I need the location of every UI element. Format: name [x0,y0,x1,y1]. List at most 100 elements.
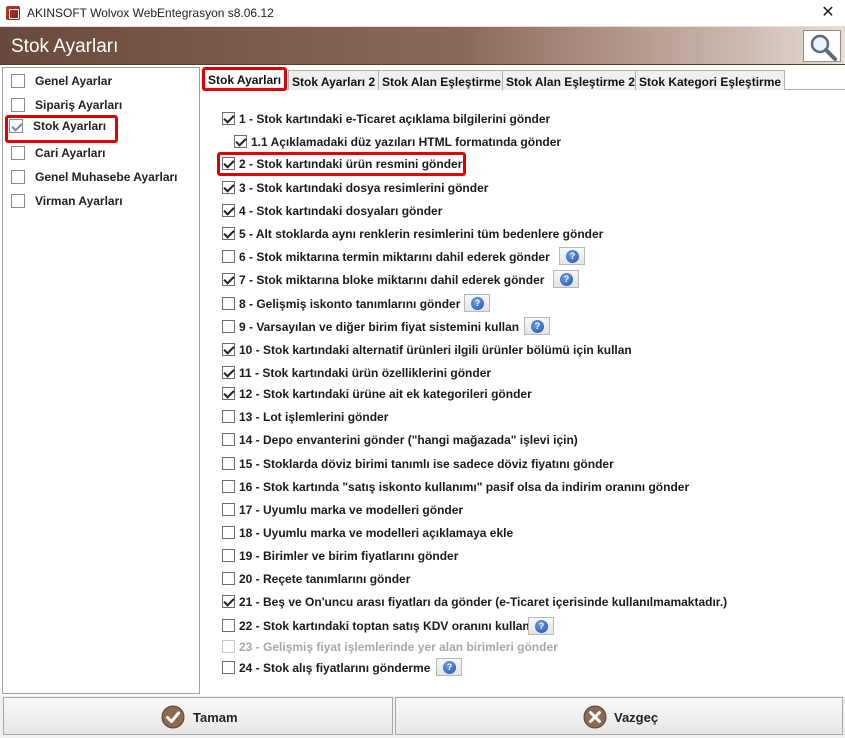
help-icon: ? [531,320,544,333]
checkbox[interactable] [222,157,235,170]
tab-stok-alan-eslestirme-2[interactable]: Stok Alan Eşleştirme 2 [502,70,639,90]
sidebar-item-label: Sipariş Ayarları [35,98,123,112]
search-button[interactable] [803,30,841,62]
option-label: 11 - Stok kartındaki ürün özelliklerini … [239,366,492,380]
help-button[interactable]: ? [528,617,554,635]
option-label: 20 - Reçete tanımlarını gönder [239,572,411,586]
checkbox[interactable] [222,227,235,240]
help-icon: ? [471,297,484,310]
option-label: 8 - Gelişmiş iskonto tanımlarını gönder [239,297,461,311]
checkbox[interactable] [222,387,235,400]
option-label: 10 - Stok kartındaki alternatif ürünleri… [239,343,632,357]
page-title: Stok Ayarları [11,36,119,57]
tab-stok-ayarlari-2[interactable]: Stok Ayarları 2 [288,70,380,90]
help-icon: ? [566,250,579,263]
app-icon [6,6,20,20]
cancel-icon [583,705,607,729]
option-label: 23 - Gelişmiş fiyat işlemlerinde yer ala… [239,640,558,654]
tab-stok-alan-eslestirme[interactable]: Stok Alan Eşleştirme [378,70,505,90]
option-label: 17 - Uyumlu marka ve modelleri gönder [239,503,464,517]
help-button[interactable]: ? [524,317,550,335]
help-button[interactable]: ? [436,658,462,676]
checkbox[interactable] [222,204,235,217]
checkbox[interactable] [222,572,235,585]
sidebar-item-label: Cari Ayarları [35,146,106,160]
tab-stok-ayarlari[interactable]: Stok Ayarları [202,67,288,91]
window-title: AKINSOFT Wolvox WebEntegrasyon s8.06.12 [27,6,274,20]
checkbox[interactable] [222,112,235,125]
help-icon: ? [535,620,548,633]
help-icon: ? [443,661,456,674]
sidebar-item-label: Virman Ayarları [35,194,123,208]
checkbox[interactable] [11,194,25,208]
help-icon: ? [560,273,573,286]
option-label: 1.1 Açıklamadaki düz yazıları HTML forma… [251,135,562,149]
check-icon [161,705,185,729]
checkbox[interactable] [222,343,235,356]
help-button[interactable]: ? [559,247,585,265]
option-2[interactable]: 2 - Stok kartındaki ürün resmini gönder [217,152,466,176]
checkbox[interactable] [222,457,235,470]
cancel-button[interactable]: Vazgeç [395,697,843,735]
option-label: 21 - Beş ve On'uncu arası fiyatları da g… [239,595,728,609]
option-label: 16 - Stok kartında "satış iskonto kullan… [239,480,690,494]
option-label: 2 - Stok kartındaki ürün resmini gönder [239,157,463,171]
page-header: Stok Ayarları [0,27,845,65]
option-label: 18 - Uyumlu marka ve modelleri açıklamay… [239,526,514,540]
sidebar-item-label: Genel Ayarlar [35,74,113,88]
option-label: 13 - Lot işlemlerini gönder [239,410,389,424]
checkbox[interactable] [222,619,235,632]
sidebar-item-label: Stok Ayarları [33,119,107,133]
checkbox[interactable] [222,503,235,516]
sidebar-item-cari-ayarlari[interactable]: Cari Ayarları [7,142,195,164]
checkbox [222,640,235,653]
help-button[interactable]: ? [553,270,579,288]
option-label: 19 - Birimler ve birim fiyatlarını gönde… [239,549,459,563]
sidebar-item-stok-ayarlari[interactable]: Stok Ayarları [5,115,118,143]
checkbox[interactable] [222,526,235,539]
checkbox[interactable] [9,119,23,133]
option-label: 6 - Stok miktarına termin miktarını dahi… [239,250,550,264]
option-label: 15 - Stoklarda döviz birimi tanımlı ise … [239,457,614,471]
tab-stok-kategori-eslestirme[interactable]: Stok Kategori Eşleştirme [635,70,786,90]
checkbox[interactable] [222,480,235,493]
option-label: 24 - Stok alış fiyatlarını gönderme [239,661,431,675]
checkbox[interactable] [11,146,25,160]
option-label: 9 - Varsayılan ve diğer birim fiyat sist… [239,320,520,334]
option-label: 3 - Stok kartındaki dosya resimlerini gö… [239,181,489,195]
ok-button-label: Tamam [193,710,238,725]
settings-sidebar: Genel Ayarlar Sipariş Ayarları Stok Ayar… [2,67,200,694]
checkbox[interactable] [222,320,235,333]
checkbox[interactable] [222,250,235,263]
cancel-button-label: Vazgeç [614,710,659,725]
checkbox[interactable] [222,661,235,674]
sidebar-item-genel-muhasebe-ayarlari[interactable]: Genel Muhasebe Ayarları [7,166,195,188]
checkbox[interactable] [11,170,25,184]
checkbox[interactable] [222,366,235,379]
help-button[interactable]: ? [464,294,490,312]
option-label: 1 - Stok kartındaki e-Ticaret açıklama b… [239,112,551,126]
checkbox[interactable] [222,549,235,562]
option-label: 14 - Depo envanterini gönder ("hangi mağ… [239,433,578,447]
checkbox[interactable] [222,433,235,446]
tab-container: Stok Ayarları 2 Stok Alan Eşleştirme Sto… [202,67,845,694]
option-label: 12 - Stok kartındaki ürüne ait ek katego… [239,387,532,401]
sidebar-item-virman-ayarlari[interactable]: Virman Ayarları [7,190,195,212]
checkbox[interactable] [234,135,247,148]
magnifier-icon [810,34,837,61]
sidebar-item-genel-ayarlar[interactable]: Genel Ayarlar [7,70,195,92]
option-label: 4 - Stok kartındaki dosyaları gönder [239,204,443,218]
button-bar: Tamam Vazgeç [0,696,845,738]
ok-button[interactable]: Tamam [3,697,393,735]
checkbox[interactable] [222,297,235,310]
sidebar-item-siparis-ayarlari[interactable]: Sipariş Ayarları [7,94,195,116]
checkbox[interactable] [222,595,235,608]
checkbox[interactable] [222,273,235,286]
checkbox[interactable] [222,181,235,194]
checkbox[interactable] [11,98,25,112]
option-label: 22 - Stok kartındaki toptan satış KDV or… [239,619,530,633]
close-icon[interactable]: ✕ [811,0,845,26]
title-bar: AKINSOFT Wolvox WebEntegrasyon s8.06.12 … [0,0,845,27]
checkbox[interactable] [11,74,25,88]
checkbox[interactable] [222,410,235,423]
